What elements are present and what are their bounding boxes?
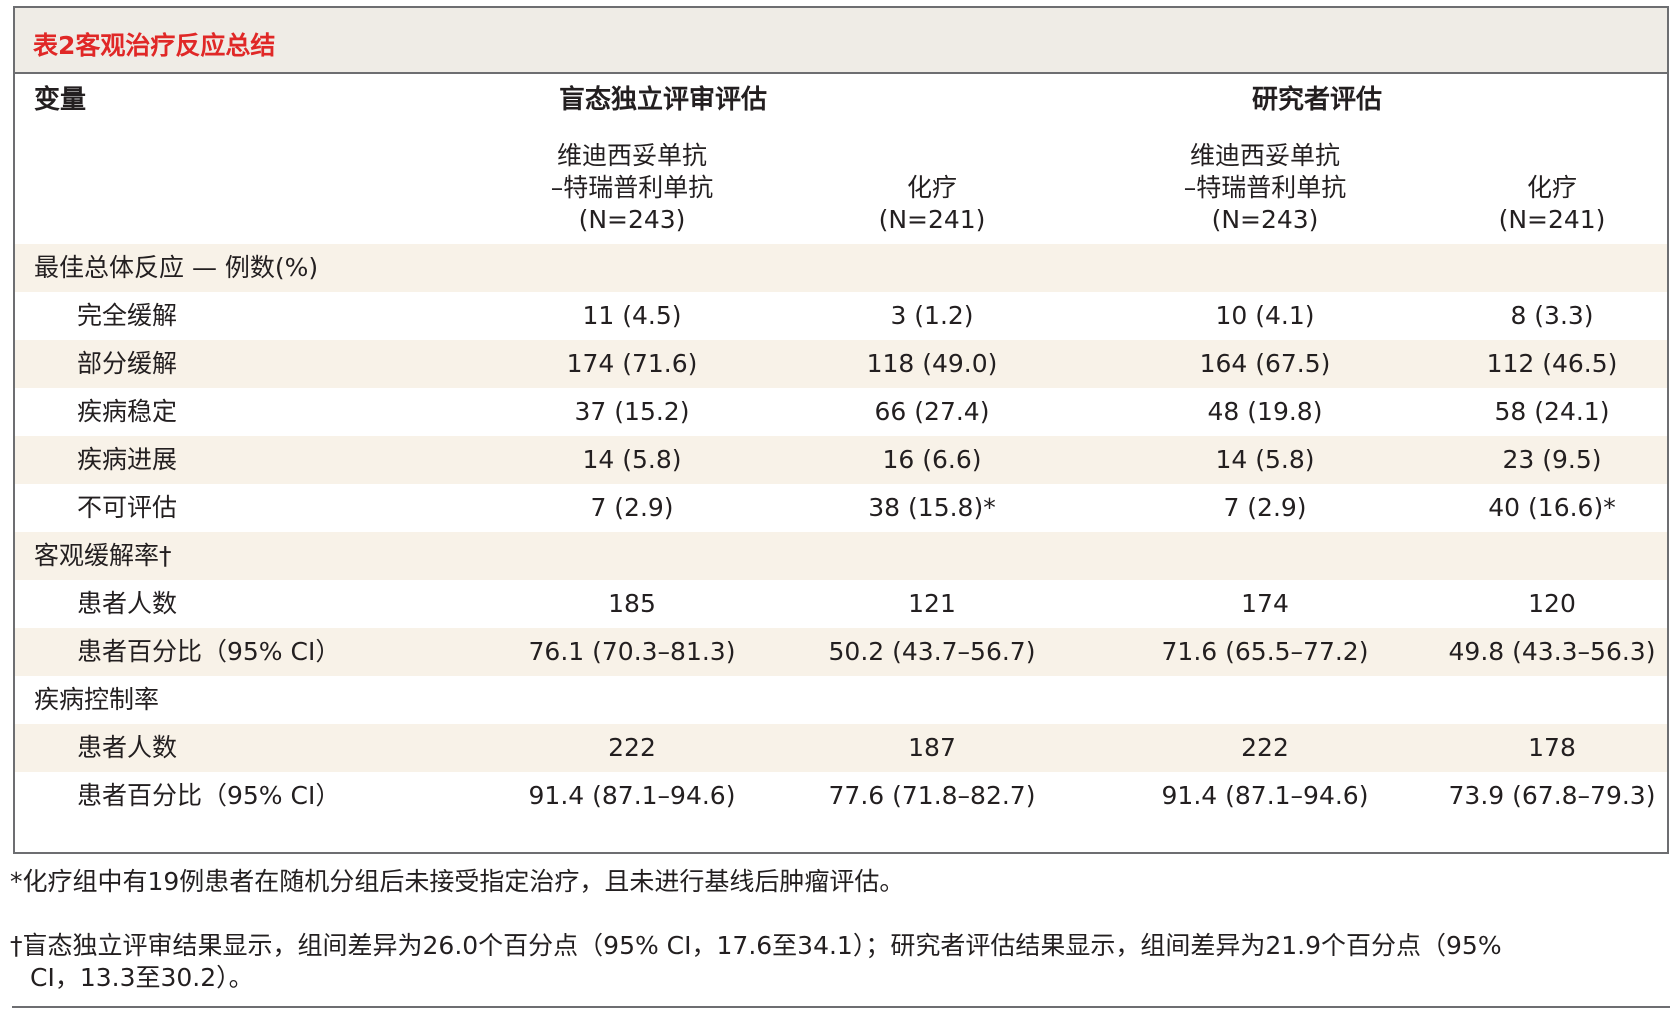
table-row: 患者人数 222 187 222 178 <box>15 724 1667 772</box>
footnote-dagger-line2: CI，13.3至30.2）。 <box>30 963 254 992</box>
cell-inv-chemo: 120 <box>1528 589 1576 618</box>
header-arm-chemo-bicr: 化疗 (N=241) <box>807 172 1057 236</box>
cell-inv-combo: 71.6 (65.5–77.2) <box>1161 637 1369 666</box>
cell-bicr-chemo: 121 <box>908 589 956 618</box>
row-label: 疾病控制率 <box>34 685 160 714</box>
cell-inv-chemo: 58 (24.1) <box>1494 397 1610 426</box>
arm-chemo-n: (N=241) <box>878 205 986 234</box>
arm-combo-line2: –特瑞普利单抗 <box>550 173 714 202</box>
table-row: 不可评估 7 (2.9) 38 (15.8)* 7 (2.9) 40 (16.6… <box>15 484 1667 532</box>
cell-inv-combo: 14 (5.8) <box>1215 445 1315 474</box>
table-row: 最佳总体反应 — 例数(%) <box>15 244 1667 292</box>
cell-inv-combo: 222 <box>1241 733 1289 762</box>
table-row: 患者百分比（95% CI） 76.1 (70.3–81.3) 50.2 (43.… <box>15 628 1667 676</box>
arm-chemo-label: 化疗 <box>906 173 957 202</box>
response-summary-table: 表2客观治疗反应总结 变量 盲态独立评审评估 研究者评估 维迪西妥单抗 –特瑞普… <box>13 6 1669 854</box>
arm-combo-line1: 维迪西妥单抗 <box>556 141 707 170</box>
footnote-dagger-line1: †盲态独立评审结果显示，组间差异为26.0个百分点（95% CI，17.6至34… <box>10 931 1502 960</box>
row-label: 患者百分比（95% CI） <box>77 637 341 666</box>
row-label: 完全缓解 <box>77 301 178 330</box>
cell-bicr-combo: 185 <box>608 589 656 618</box>
arm-combo-n: (N=243) <box>1211 205 1319 234</box>
bottom-rule <box>12 1006 1670 1008</box>
table-row: 疾病稳定 37 (15.2) 66 (27.4) 48 (19.8) 58 (2… <box>15 388 1667 436</box>
table-row: 疾病进展 14 (5.8) 16 (6.6) 14 (5.8) 23 (9.5) <box>15 436 1667 484</box>
header-arm-combo-bicr: 维迪西妥单抗 –特瑞普利单抗 (N=243) <box>482 140 782 236</box>
cell-bicr-chemo: 16 (6.6) <box>882 445 982 474</box>
cell-inv-combo: 174 <box>1241 589 1289 618</box>
row-label: 最佳总体反应 — 例数(%) <box>34 253 319 282</box>
table-row: 患者百分比（95% CI） 91.4 (87.1–94.6) 77.6 (71.… <box>15 772 1667 820</box>
row-label: 疾病进展 <box>77 445 178 474</box>
row-label: 疾病稳定 <box>77 397 178 426</box>
arm-chemo-label: 化疗 <box>1526 173 1577 202</box>
table-row: 部分缓解 174 (71.6) 118 (49.0) 164 (67.5) 11… <box>15 340 1667 388</box>
row-label: 部分缓解 <box>77 349 178 378</box>
row-label: 患者人数 <box>77 589 178 618</box>
table-row: 完全缓解 11 (4.5) 3 (1.2) 10 (4.1) 8 (3.3) <box>15 292 1667 340</box>
cell-inv-combo: 91.4 (87.1–94.6) <box>1161 781 1369 810</box>
arm-chemo-n: (N=241) <box>1498 205 1606 234</box>
cell-inv-combo: 164 (67.5) <box>1199 349 1331 378</box>
header-group-investigator: 研究者评估 <box>1251 85 1382 115</box>
cell-inv-chemo: 112 (46.5) <box>1486 349 1618 378</box>
cell-inv-combo: 48 (19.8) <box>1207 397 1323 426</box>
cell-inv-chemo: 8 (3.3) <box>1510 301 1594 330</box>
table-title-bar: 表2客观治疗反应总结 <box>15 8 1667 74</box>
cell-inv-chemo: 40 (16.6)* <box>1488 493 1616 522</box>
header-variable: 变量 <box>34 85 87 115</box>
header-arm-combo-investigator: 维迪西妥单抗 –特瑞普利单抗 (N=243) <box>1115 140 1415 236</box>
cell-inv-chemo: 73.9 (67.8–79.3) <box>1448 781 1656 810</box>
header-arm-chemo-investigator: 化疗 (N=241) <box>1427 172 1667 236</box>
row-label: 患者人数 <box>77 733 178 762</box>
row-label: 不可评估 <box>77 493 178 522</box>
arm-combo-line1: 维迪西妥单抗 <box>1189 141 1340 170</box>
table-row: 客观缓解率† <box>15 532 1667 580</box>
table-row: 患者人数 185 121 174 120 <box>15 580 1667 628</box>
cell-inv-chemo: 49.8 (43.3–56.3) <box>1448 637 1656 666</box>
cell-bicr-combo: 76.1 (70.3–81.3) <box>528 637 736 666</box>
cell-bicr-chemo: 3 (1.2) <box>890 301 974 330</box>
cell-bicr-combo: 91.4 (87.1–94.6) <box>528 781 736 810</box>
cell-inv-combo: 7 (2.9) <box>1223 493 1307 522</box>
cell-bicr-combo: 11 (4.5) <box>582 301 682 330</box>
cell-bicr-combo: 7 (2.9) <box>590 493 674 522</box>
cell-bicr-combo: 222 <box>608 733 656 762</box>
cell-inv-combo: 10 (4.1) <box>1215 301 1315 330</box>
arm-combo-n: (N=243) <box>578 205 686 234</box>
cell-bicr-chemo: 50.2 (43.7–56.7) <box>828 637 1036 666</box>
cell-bicr-combo: 37 (15.2) <box>574 397 690 426</box>
header-group-bicr: 盲态独立评审评估 <box>558 85 767 115</box>
cell-inv-chemo: 178 <box>1528 733 1576 762</box>
cell-bicr-combo: 14 (5.8) <box>582 445 682 474</box>
row-label: 患者百分比（95% CI） <box>77 781 341 810</box>
row-label: 客观缓解率† <box>34 541 172 570</box>
cell-bicr-chemo: 77.6 (71.8–82.7) <box>828 781 1036 810</box>
cell-bicr-combo: 174 (71.6) <box>566 349 698 378</box>
arm-combo-line2: –特瑞普利单抗 <box>1183 173 1347 202</box>
cell-bicr-chemo: 66 (27.4) <box>874 397 990 426</box>
footnote-asterisk: *化疗组中有19例患者在随机分组后未接受指定治疗，且未进行基线后肿瘤评估。 <box>10 867 905 896</box>
cell-bicr-chemo: 38 (15.8)* <box>868 493 996 522</box>
cell-inv-chemo: 23 (9.5) <box>1502 445 1602 474</box>
cell-bicr-chemo: 187 <box>908 733 956 762</box>
table-row: 疾病控制率 <box>15 676 1667 724</box>
table-title: 表2客观治疗反应总结 <box>33 31 276 60</box>
cell-bicr-chemo: 118 (49.0) <box>866 349 998 378</box>
